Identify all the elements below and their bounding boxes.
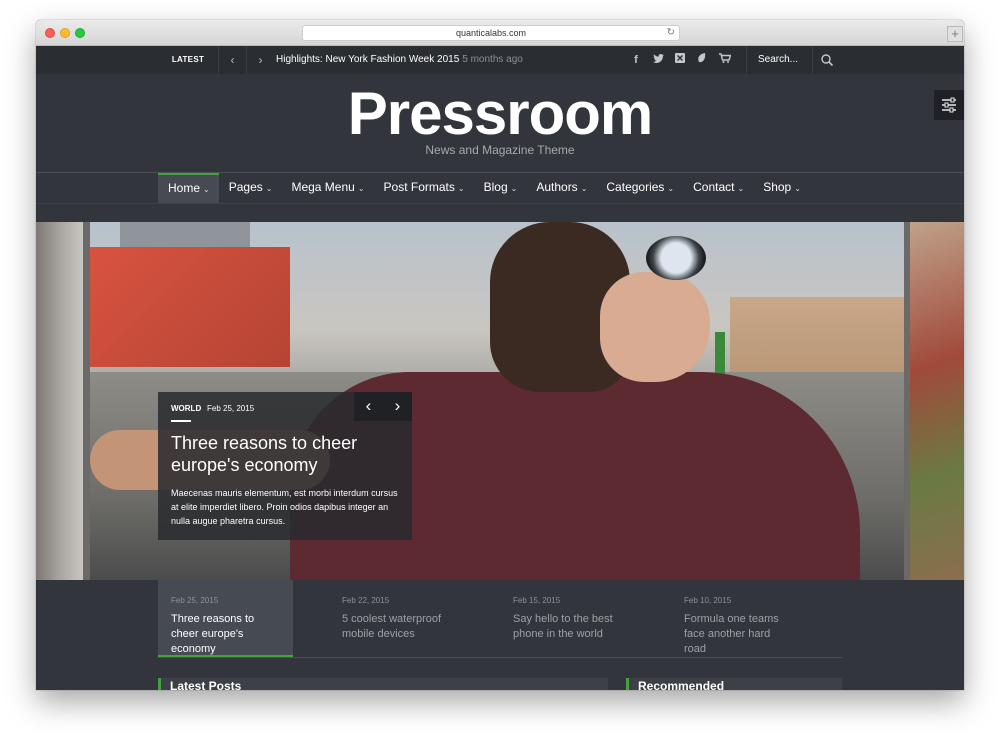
facebook-icon[interactable]: f	[625, 46, 647, 74]
thumbnail-title[interactable]: Three reasons to cheer europe's economy	[171, 612, 279, 657]
xing-icon[interactable]	[669, 46, 691, 74]
top-bar: LATEST ‹ › Highlights: New York Fashion …	[36, 46, 964, 74]
new-tab-button[interactable]: +	[947, 26, 963, 42]
slide-title[interactable]: Three reasons to cheer europe's economy	[171, 432, 401, 476]
site-tagline: News and Magazine Theme	[425, 143, 575, 157]
slider-thumbnails: Feb 25, 2015 Three reasons to cheer euro…	[158, 580, 842, 658]
main-navigation: Home ⌄ Pages ⌄ Mega Menu ⌄ Post Formats ⌄ Bl…	[158, 173, 810, 203]
ticker-headline[interactable]: Highlights: New York Fashion Week 2015	[276, 54, 459, 65]
chevron-down-icon: ⌄	[580, 184, 588, 193]
chevron-down-icon: ⌄	[510, 184, 518, 193]
ticker-prev-button[interactable]: ‹	[218, 46, 246, 74]
search-button[interactable]	[812, 46, 840, 74]
ticker-next-button[interactable]: ›	[246, 46, 274, 74]
nav-label: Mega Menu	[291, 180, 355, 194]
latest-posts-panel: Latest Posts	[158, 678, 608, 690]
news-ticker[interactable]: Highlights: New York Fashion Week 2015 5 …	[276, 46, 523, 74]
slide-next-button[interactable]: ›	[383, 392, 412, 421]
slide-date: Feb 25, 2015	[207, 404, 255, 413]
thumbnail-title[interactable]: Formula one teams face another hard road	[684, 612, 792, 657]
sliders-icon	[942, 97, 956, 113]
nav-item-blog[interactable]: Blog ⌄	[474, 173, 527, 203]
thumbnails-divider	[158, 657, 842, 658]
maximize-window-icon[interactable]	[75, 28, 85, 38]
cart-icon[interactable]	[714, 46, 736, 74]
thumbnail-item[interactable]: Feb 15, 2015 Say hello to the best phone…	[500, 580, 635, 658]
caption-divider	[171, 420, 191, 422]
envato-icon[interactable]	[691, 46, 713, 74]
ticker-time: 5 months ago	[462, 54, 523, 65]
nav-label: Home	[168, 181, 201, 195]
chevron-down-icon: ⌄	[794, 184, 801, 193]
nav-label: Pages	[228, 180, 263, 194]
featured-slider: ‹ › WORLD Feb 25, 2015 Three reasons to …	[36, 222, 964, 580]
woman-face	[600, 272, 710, 382]
nav-label: Contact	[693, 180, 735, 194]
address-bar[interactable]: quanticalabs.com ↻	[302, 25, 680, 41]
chevron-down-icon: ⌄	[457, 184, 465, 193]
nav-label: Shop	[763, 180, 792, 194]
thumbnail-item[interactable]: Feb 22, 2015 5 coolest waterproof mobile…	[329, 580, 464, 658]
nav-item-post-formats[interactable]: Post Formats ⌄	[374, 173, 474, 203]
panel-title: Recommended	[638, 679, 725, 690]
site-logo[interactable]: Pressroom	[36, 78, 964, 150]
next-slide-image[interactable]	[910, 222, 964, 580]
nav-item-mega-menu[interactable]: Mega Menu ⌄	[281, 173, 373, 203]
nav-item-categories[interactable]: Categories ⌄	[596, 173, 683, 203]
thumbnail-item[interactable]: Feb 10, 2015 Formula one teams face anot…	[671, 580, 806, 658]
nav-label: Authors	[536, 180, 578, 194]
nav-label: Post Formats	[383, 180, 455, 194]
style-switcher-button[interactable]	[934, 90, 964, 120]
slide-excerpt: Maecenas mauris elementum, est morbi int…	[171, 488, 398, 526]
background-red-building	[90, 247, 290, 367]
nav-label: Categories	[606, 180, 665, 194]
nav-item-pages[interactable]: Pages ⌄	[219, 173, 282, 203]
thumbnail-title[interactable]: 5 coolest waterproof mobile devices	[342, 612, 450, 642]
chevron-down-icon: ⌄	[265, 184, 273, 193]
thumbnail-item[interactable]: Feb 25, 2015 Three reasons to cheer euro…	[158, 580, 293, 658]
browser-titlebar: quanticalabs.com ↻ +	[36, 20, 964, 46]
thumbnail-date: Feb 15, 2015	[513, 596, 561, 605]
previous-slide-image[interactable]	[36, 222, 83, 580]
chevron-down-icon: ⌄	[667, 184, 675, 193]
chevron-down-icon: ⌄	[203, 185, 210, 194]
nav-item-contact[interactable]: Contact ⌄	[683, 173, 753, 203]
close-window-icon[interactable]	[45, 28, 55, 38]
twitter-icon[interactable]	[647, 46, 669, 74]
search-input[interactable]: Search...	[746, 46, 812, 74]
thumbnail-date: Feb 10, 2015	[684, 596, 732, 605]
thumbnail-date: Feb 22, 2015	[342, 596, 390, 605]
nav-item-shop[interactable]: Shop ⌄	[753, 173, 810, 203]
panel-title: Latest Posts	[170, 679, 242, 690]
minimize-window-icon[interactable]	[60, 28, 70, 38]
reload-icon[interactable]: ↻	[667, 26, 675, 40]
nav-divider-bottom	[36, 203, 964, 204]
slide-controls: ‹ ›	[354, 392, 412, 421]
nav-label: Blog	[483, 180, 508, 194]
nav-item-home[interactable]: Home ⌄	[158, 173, 219, 203]
chevron-down-icon: ⌄	[357, 184, 365, 193]
recommended-panel: Recommended	[626, 678, 842, 690]
slide-prev-button[interactable]: ‹	[354, 392, 383, 421]
address-url: quanticalabs.com	[455, 28, 527, 38]
nav-item-authors[interactable]: Authors ⌄	[526, 173, 596, 203]
chevron-down-icon: ⌄	[737, 184, 745, 193]
aviator-goggles	[646, 236, 706, 280]
search-icon	[821, 54, 834, 67]
latest-label: LATEST	[171, 55, 205, 64]
slide-category[interactable]: WORLD	[171, 404, 201, 413]
thumbnail-date: Feb 25, 2015	[171, 596, 219, 605]
thumbnail-title[interactable]: Say hello to the best phone in the world	[513, 612, 621, 642]
browser-window: quanticalabs.com ↻ + LATEST ‹ › Highligh…	[36, 20, 964, 690]
